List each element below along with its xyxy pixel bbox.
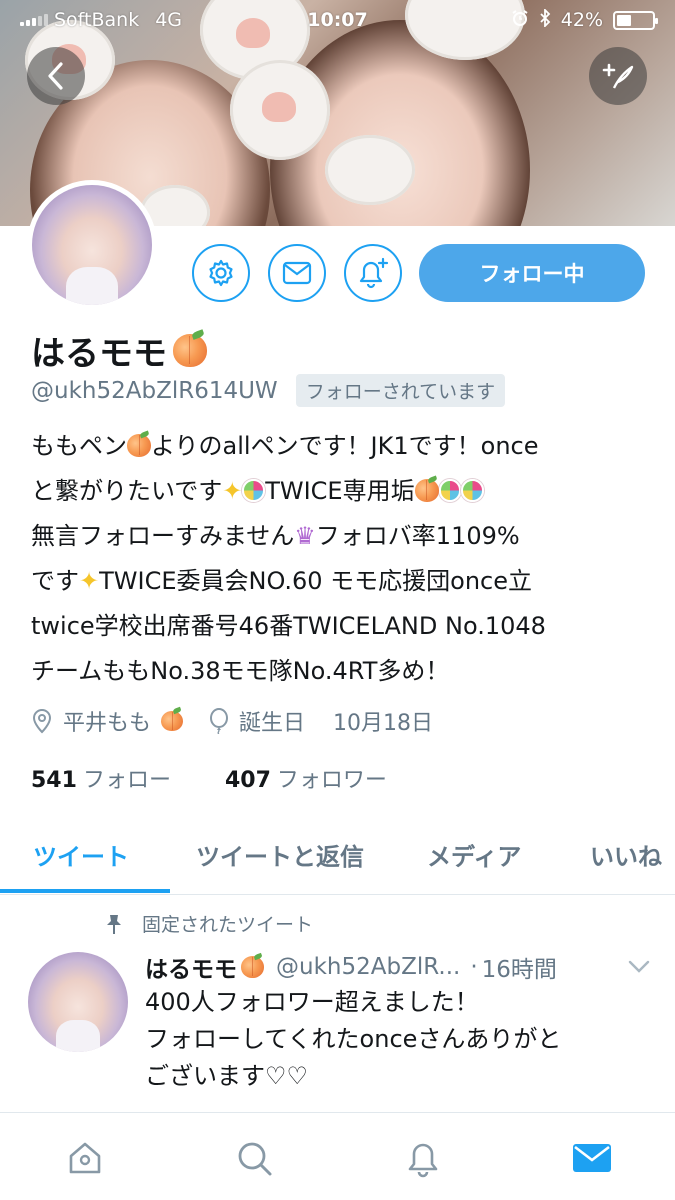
location-pin-icon bbox=[32, 709, 52, 734]
tweet-author-name-text: はるモモ bbox=[145, 957, 237, 983]
bio-text: よりのallペンです！JK1です！once bbox=[151, 432, 539, 460]
tweet-author-handle[interactable]: @ukh52AbZlR... bbox=[276, 954, 460, 980]
tweet-menu-button[interactable] bbox=[628, 954, 650, 980]
active-tab-indicator bbox=[0, 889, 170, 893]
lollipop-emoji-icon bbox=[461, 479, 485, 502]
peach-emoji-icon bbox=[241, 956, 264, 978]
bio-text: です bbox=[31, 567, 79, 595]
alarm-icon bbox=[511, 9, 529, 32]
compose-tweet-button[interactable] bbox=[589, 47, 647, 105]
pinned-tweet-label: 固定されたツイート bbox=[104, 910, 313, 937]
peach-emoji-icon bbox=[173, 334, 207, 367]
follows-you-badge: フォローされています bbox=[295, 374, 506, 407]
tweet-timestamp[interactable]: 16時間 bbox=[482, 950, 557, 984]
nav-notifications[interactable] bbox=[398, 1133, 448, 1183]
profile-settings-button[interactable] bbox=[192, 244, 250, 302]
status-bar: SoftBank 4G 10:07 42% bbox=[0, 0, 675, 40]
tweet-text: 400人フォロワー超えました！ フォローしてくれたonceさんありがと ございま… bbox=[145, 984, 650, 1095]
tweet-text-line: ございます♡♡ bbox=[145, 1062, 309, 1090]
sparkles-emoji-icon: ✦ bbox=[79, 567, 100, 595]
bio-text: チームももNo.38モモ隊No.4RT多め！ bbox=[31, 657, 450, 685]
following-label: フォロー bbox=[82, 768, 171, 793]
profile-bio: ももペン よりのallペンです！JK1です！once と繋がりたいです✦ TWICE… bbox=[31, 424, 651, 694]
person-bowing-emoji-icon: ♛ bbox=[294, 522, 316, 550]
avatar-image bbox=[28, 952, 128, 1052]
location: 平井もも bbox=[31, 705, 184, 737]
nav-search[interactable] bbox=[229, 1133, 279, 1183]
tab-likes[interactable]: いいね bbox=[590, 815, 662, 893]
envelope-icon bbox=[573, 1144, 611, 1172]
separator-dot: · bbox=[470, 954, 478, 980]
search-icon bbox=[238, 1142, 272, 1176]
bio-text: ももペン bbox=[31, 432, 127, 460]
profile-avatar[interactable] bbox=[27, 180, 157, 310]
profile-meta: 平井もも 誕生日 10月18日 bbox=[31, 705, 459, 737]
notifications-toggle-button[interactable] bbox=[344, 244, 402, 302]
battery-percent: 42% bbox=[560, 9, 603, 31]
sparkles-emoji-icon: ✦ bbox=[222, 477, 243, 505]
carrier-label: SoftBank bbox=[54, 9, 140, 31]
bio-text: フォロバ率1109% bbox=[315, 522, 520, 550]
back-button[interactable] bbox=[27, 47, 85, 105]
followers-link[interactable]: 407 フォロワー bbox=[225, 762, 387, 794]
followers-label: フォロワー bbox=[276, 768, 387, 793]
birthday-date: 10月18日 bbox=[333, 711, 434, 736]
tab-tweets-and-replies[interactable]: ツイートと返信 bbox=[196, 815, 364, 893]
pin-icon bbox=[107, 914, 121, 934]
following-button[interactable]: フォロー中 bbox=[419, 244, 645, 302]
bell-plus-icon bbox=[359, 257, 389, 289]
chevron-left-icon bbox=[48, 62, 63, 90]
home-icon bbox=[69, 1142, 101, 1174]
lollipop-emoji-icon bbox=[438, 479, 462, 502]
tweet-author-name[interactable]: はるモモ bbox=[145, 950, 264, 984]
bio-text: 無言フォローすみません bbox=[31, 522, 295, 550]
profile-tabs: ツイート ツイートと返信 メディア いいね bbox=[0, 815, 675, 895]
bio-text: と繋がりたいです bbox=[31, 477, 223, 505]
tab-media[interactable]: メディア bbox=[427, 815, 521, 893]
nav-home[interactable] bbox=[60, 1133, 110, 1183]
profile-handle: @ukh52AbZlR614UW bbox=[31, 377, 278, 404]
following-count: 541 bbox=[31, 768, 77, 793]
banner-nose-sticker bbox=[325, 135, 415, 205]
bio-text: twice学校出席番号46番TWICELAND No.1048 bbox=[31, 612, 546, 640]
birthday: 誕生日 10月18日 bbox=[209, 705, 433, 737]
birthday-label: 誕生日 bbox=[239, 711, 306, 736]
peach-emoji-icon bbox=[127, 434, 151, 457]
battery-icon bbox=[613, 10, 658, 30]
handle-row: @ukh52AbZlR614UW フォローされています bbox=[31, 374, 506, 407]
tweet-text-line: 400人フォロワー超えました！ bbox=[145, 988, 479, 1016]
nav-messages[interactable] bbox=[567, 1133, 617, 1183]
tab-tweets[interactable]: ツイート bbox=[33, 815, 129, 893]
peach-emoji-icon bbox=[161, 710, 184, 732]
compose-tweet-icon bbox=[602, 63, 634, 89]
signal-strength-icon bbox=[20, 14, 48, 26]
followers-count: 407 bbox=[224, 768, 271, 793]
pinned-text: 固定されたツイート bbox=[142, 914, 314, 936]
display-name-text: はるモモ bbox=[31, 334, 167, 374]
avatar-image bbox=[32, 185, 152, 305]
follow-counts: 541 フォロー 407 フォロワー bbox=[31, 762, 387, 794]
chevron-down-icon bbox=[628, 960, 650, 973]
tweet-author-avatar[interactable] bbox=[28, 952, 128, 1052]
bio-text: TWICE委員会NO.60 モモ応援団once立 bbox=[99, 567, 533, 595]
following-link[interactable]: 541 フォロー bbox=[31, 762, 171, 794]
envelope-icon bbox=[282, 261, 312, 285]
network-label: 4G bbox=[155, 9, 183, 31]
gear-icon bbox=[209, 259, 233, 287]
balloon-icon bbox=[210, 708, 229, 734]
peach-emoji-icon bbox=[414, 479, 439, 502]
tweet-text-line: フォローしてくれたonceさんありがと bbox=[145, 1025, 562, 1053]
direct-message-button[interactable] bbox=[268, 244, 326, 302]
bluetooth-icon bbox=[539, 7, 551, 32]
bell-icon bbox=[408, 1143, 438, 1178]
bio-text: TWICE専用垢 bbox=[265, 477, 415, 505]
banner-heart-sticker bbox=[262, 92, 296, 122]
display-name: はるモモ bbox=[31, 326, 207, 375]
location-text: 平井もも bbox=[63, 711, 152, 736]
lollipop-emoji-icon bbox=[242, 479, 266, 502]
bottom-tab-bar bbox=[0, 1112, 675, 1200]
tweet-header: はるモモ @ukh52AbZlR... · 16時間 bbox=[145, 950, 650, 984]
